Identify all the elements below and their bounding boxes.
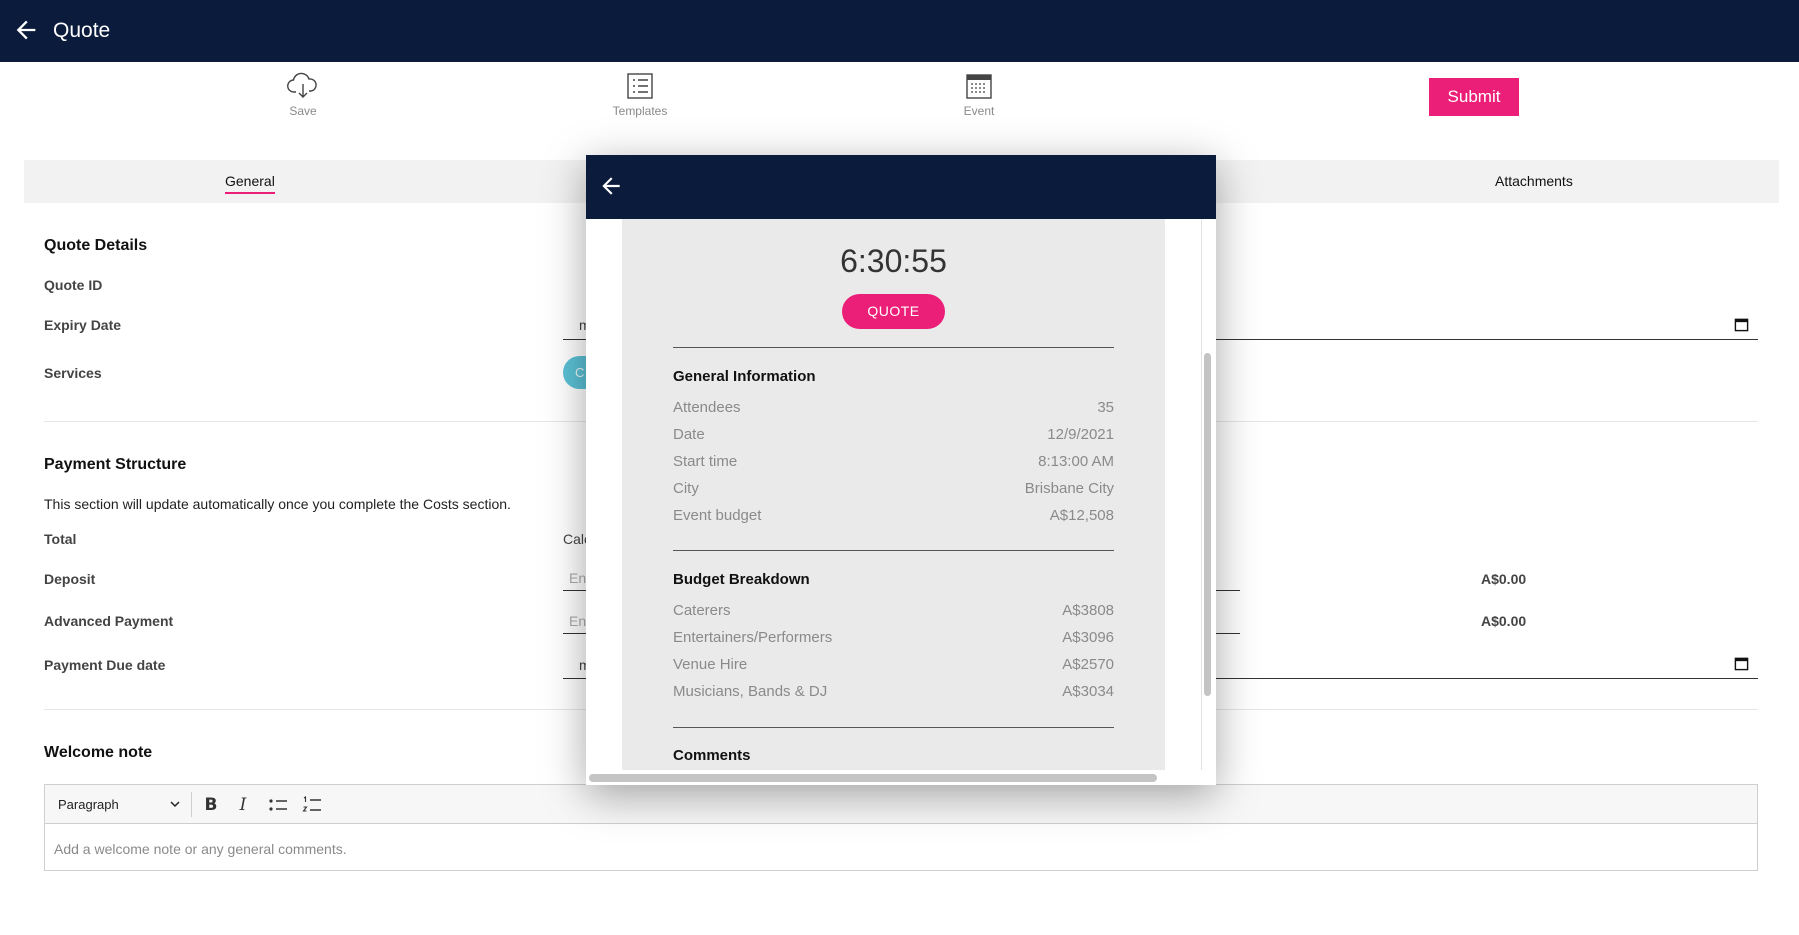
budget-value: A$3808 <box>1062 602 1114 619</box>
card-divider <box>673 727 1114 728</box>
advanced-payment-label: Advanced Payment <box>44 613 174 629</box>
info-label: Attendees <box>673 399 741 416</box>
back-arrow-icon[interactable] <box>598 173 624 199</box>
info-value: 12/9/2021 <box>1047 426 1114 443</box>
expiry-date-label: Expiry Date <box>44 317 122 333</box>
deposit-amount: A$0.00 <box>1481 571 1527 587</box>
modal-body: 6:30:55 QUOTE General Information Attend… <box>586 219 1201 770</box>
payment-due-date-label: Payment Due date <box>44 657 166 673</box>
budget-value: A$2570 <box>1062 656 1114 673</box>
quote-button[interactable]: QUOTE <box>842 294 945 329</box>
numbered-list-icon[interactable] <box>301 794 323 816</box>
countdown-timer: 6:30:55 <box>840 243 947 279</box>
budget-label: Entertainers/Performers <box>673 629 833 646</box>
calendar-icon <box>966 74 992 99</box>
budget-label: Musicians, Bands & DJ <box>673 683 828 700</box>
services-label: Services <box>44 365 102 381</box>
horizontal-scrollbar[interactable] <box>589 774 1157 782</box>
back-arrow-icon[interactable] <box>12 16 40 44</box>
bullet-list-icon[interactable] <box>267 794 289 816</box>
budget-value: A$3034 <box>1062 683 1114 700</box>
info-row-event-budget: Event budget A$12,508 <box>673 507 1114 527</box>
tab-attachments[interactable]: Attachments <box>1495 173 1573 189</box>
chevron-down-icon[interactable] <box>169 798 181 810</box>
editor-toolbar: Paragraph B I <box>45 785 1757 824</box>
save-label: Save <box>289 104 317 118</box>
paragraph-format-select[interactable]: Paragraph <box>58 797 119 812</box>
info-value: 35 <box>1097 399 1114 416</box>
payment-structure-heading: Payment Structure <box>44 456 187 473</box>
modal-header <box>586 155 1216 219</box>
welcome-note-input[interactable]: Add a welcome note or any general commen… <box>54 841 347 857</box>
templates-label: Templates <box>612 104 668 118</box>
toolbar-separator <box>191 792 192 817</box>
event-button[interactable]: Event <box>939 72 1019 118</box>
card-divider <box>673 550 1114 551</box>
bold-button[interactable]: B <box>200 794 222 816</box>
quote-summary-card: 6:30:55 QUOTE General Information Attend… <box>622 219 1165 770</box>
info-row-city: City Brisbane City <box>673 480 1114 500</box>
comments-title: Comments <box>673 747 751 764</box>
calendar-icon[interactable] <box>1734 317 1749 332</box>
budget-row-entertainers: Entertainers/Performers A$3096 <box>673 629 1114 649</box>
info-label: Event budget <box>673 507 762 524</box>
deposit-label: Deposit <box>44 571 96 587</box>
info-label: Start time <box>673 453 738 470</box>
info-value: A$12,508 <box>1049 507 1114 524</box>
save-button[interactable]: Save <box>263 72 343 118</box>
italic-button[interactable]: I <box>232 794 254 816</box>
page-title: Quote <box>53 19 111 42</box>
info-value: 8:13:00 AM <box>1038 453 1114 470</box>
quote-details-heading: Quote Details <box>44 237 148 254</box>
submit-button[interactable]: Submit <box>1429 78 1519 116</box>
budget-row-venue-hire: Venue Hire A$2570 <box>673 656 1114 676</box>
budget-row-musicians: Musicians, Bands & DJ A$3034 <box>673 683 1114 703</box>
advanced-payment-amount: A$0.00 <box>1481 613 1527 629</box>
payment-note: This section will update automatically o… <box>44 496 511 512</box>
budget-breakdown-title: Budget Breakdown <box>673 571 810 588</box>
card-divider <box>673 347 1114 348</box>
app-bar: Quote <box>0 0 1799 62</box>
tab-general[interactable]: General <box>225 173 275 194</box>
info-row-start-time: Start time 8:13:00 AM <box>673 453 1114 473</box>
budget-value: A$3096 <box>1062 629 1114 646</box>
info-value: Brisbane City <box>1024 480 1114 497</box>
quote-id-label: Quote ID <box>44 277 103 293</box>
event-label: Event <box>963 104 995 118</box>
calendar-icon[interactable] <box>1734 656 1749 671</box>
service-chip-label: C <box>575 365 585 380</box>
cloud-download-icon <box>287 72 317 98</box>
welcome-note-editor: Paragraph B I Add a welcome note or any … <box>44 784 1758 871</box>
info-row-date: Date 12/9/2021 <box>673 426 1114 446</box>
info-label: Date <box>673 426 705 443</box>
total-label: Total <box>44 531 77 547</box>
quote-preview-modal: 6:30:55 QUOTE General Information Attend… <box>586 155 1216 785</box>
list-icon <box>627 73 653 99</box>
budget-label: Caterers <box>673 602 731 619</box>
vertical-scroll-track <box>1201 219 1202 770</box>
welcome-note-heading: Welcome note <box>44 744 153 761</box>
templates-button[interactable]: Templates <box>600 72 680 118</box>
general-information-title: General Information <box>673 368 816 385</box>
info-label: City <box>673 480 699 497</box>
budget-label: Venue Hire <box>673 656 748 673</box>
budget-row-caterers: Caterers A$3808 <box>673 602 1114 622</box>
info-row-attendees: Attendees 35 <box>673 399 1114 419</box>
vertical-scrollbar[interactable] <box>1204 353 1211 696</box>
